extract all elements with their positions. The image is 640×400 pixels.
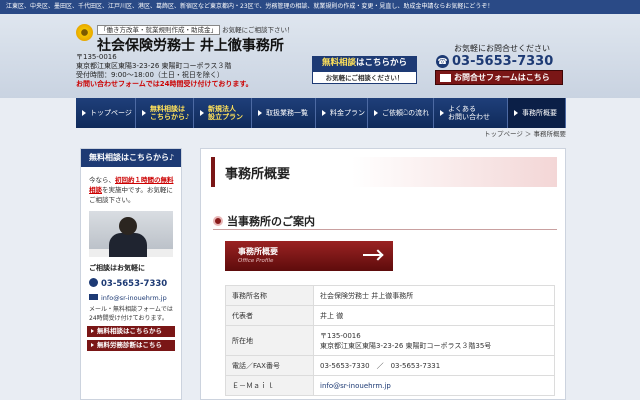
sidebar-note: メール・無料相談フォームでは24時間受け付けております。 — [89, 306, 173, 322]
nav-faq[interactable]: よくある お問い合わせ — [434, 98, 508, 128]
sidebar-email[interactable]: info@sr-inouehrm.jp — [81, 289, 181, 302]
contact-hint: お気軽にお問合せください — [454, 44, 550, 53]
header-address: 〒135-0016 東京都江東区東陽3-23-26 東陽町コーポラス３階 受付時… — [76, 53, 253, 88]
arrow-right-icon — [363, 254, 381, 256]
sidebar: 無料相談はこちらから♪ 今なら、初回約１時間の無料相談を実施中です。お気軽にご相… — [80, 148, 182, 400]
header-phone[interactable]: ☎ 03-5653-7330 — [436, 54, 553, 69]
phone-icon: ☎ — [436, 55, 449, 68]
sidebar-contact-title: ご相談はお気軽に — [89, 264, 145, 272]
sidebar-free-consult-button[interactable]: 無料相談はこちらから — [87, 326, 175, 337]
free-consult-button[interactable]: 無料相談はこちらから お気軽にご相談ください！ — [312, 56, 417, 84]
office-profile-banner: 事務所概要 Office Profile — [225, 241, 393, 271]
main-content: 事務所概要 当事務所のご案内 事務所概要 Office Profile 事務所名… — [200, 148, 566, 400]
sidebar-intro: 今なら、初回約１時間の無料相談を実施中です。お気軽にご相談下さい。 — [89, 176, 174, 204]
nav-office[interactable]: 事務所概要 — [508, 98, 566, 128]
page-title-box: 事務所概要 — [211, 157, 557, 187]
office-info-table: 事務所名称 社会保険労務士 井上徹事務所 代表者 井上 徹 所在地 〒135-0016… — [225, 285, 555, 396]
breadcrumb[interactable]: トップページ ＞ 事務所概要 — [484, 128, 566, 138]
sidebar-heading[interactable]: 無料相談はこちらから♪ — [81, 149, 181, 167]
section-title: 当事務所のご案内 — [213, 213, 315, 229]
nav-new-corp[interactable]: 新規法人 設立プラン — [194, 98, 252, 128]
mail-icon — [89, 294, 98, 300]
sidebar-phone[interactable]: 03-5653-7330 — [81, 273, 181, 289]
page-title: 事務所概要 — [225, 167, 291, 182]
nav-flow[interactable]: ご依頼ධの流れ — [368, 98, 434, 128]
phone-icon — [89, 278, 98, 287]
top-strip: 江東区、中央区、墨田区、千代田区、江戸川区、港区、葛飾区、新宿区など東京都内・2… — [0, 0, 640, 14]
nav-services[interactable]: 取扱業務一覧 — [252, 98, 316, 128]
site-header: 「働き方改革・就業規則作成・助成金」 お気軽にご相談下さい！ 社会保険労務士 井… — [0, 14, 640, 98]
section-divider — [213, 229, 557, 230]
sunflower-logo-icon[interactable] — [76, 24, 93, 41]
email-link[interactable]: info@sr-inouehrm.jp — [313, 375, 555, 396]
table-row: 事務所名称 社会保険労務士 井上徹事務所 — [225, 285, 555, 306]
header-tagline: 「働き方改革・就業規則作成・助成金」 お気軽にご相談下さい！ — [97, 24, 293, 35]
bullet-icon — [213, 216, 223, 226]
table-row: 電話／FAX番号 03-5653-7330 ／ 03-5653-7331 — [225, 355, 555, 376]
sidebar-labor-check-button[interactable]: 無料労務診断はこちら — [87, 340, 175, 351]
nav-pricing[interactable]: 料金プラン — [316, 98, 368, 128]
table-row: Ｅ－Ｍａｉｌ info@sr-inouehrm.jp — [225, 375, 555, 396]
table-row: 所在地 〒135-0016 東京都江東区東陽3-23-26 東陽町コーポラス３階35… — [225, 325, 555, 356]
company-name[interactable]: 社会保険労務士 井上徹事務所 — [97, 35, 284, 55]
nav-top[interactable]: トップページ — [76, 98, 136, 128]
nav-free-consult[interactable]: 無料相談は こちらから♪ — [136, 98, 194, 128]
contact-form-button[interactable]: お問合せフォームはこちら — [435, 70, 563, 85]
global-nav: トップページ 無料相談は こちらから♪ 新規法人 設立プラン 取扱業務一覧 料金プラ… — [76, 98, 566, 128]
table-row: 代表者 井上 徹 — [225, 305, 555, 326]
operator-photo — [89, 211, 173, 257]
mail-icon — [440, 74, 451, 82]
